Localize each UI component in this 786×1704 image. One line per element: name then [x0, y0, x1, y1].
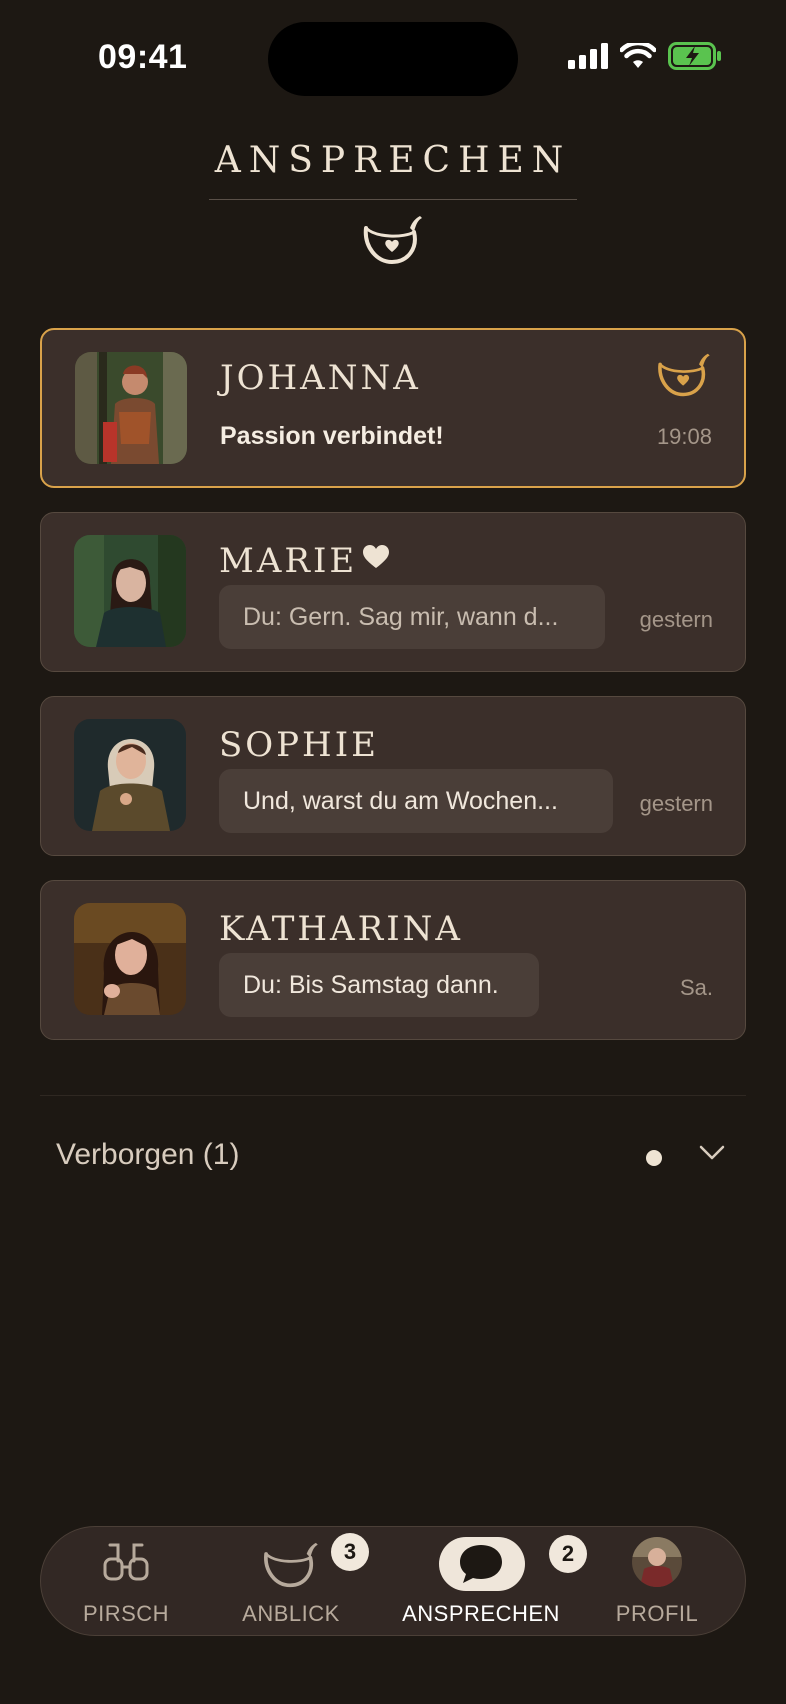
tab-label: PROFIL	[615, 1601, 699, 1626]
header-divider	[209, 199, 577, 200]
chat-list: JOHANNA Passion verbindet! 19:08 MARIE D…	[40, 328, 746, 1064]
avatar	[632, 1537, 682, 1587]
battery-charging-icon	[668, 42, 721, 70]
tab-bar: PIRSCH 3 ANBLICK 2 ANSPRECHEN PROFIL	[40, 1526, 746, 1636]
chat-time: Sa.	[679, 975, 713, 1000]
chat-last-message: Passion verbindet!	[220, 422, 444, 450]
dynamic-island	[268, 22, 518, 96]
chat-last-message: Und, warst du am Wochen...	[219, 769, 613, 833]
chat-item-sophie[interactable]: SOPHIE Und, warst du am Wochen... gester…	[40, 696, 746, 856]
page-header: ANSPRECHEN	[0, 140, 786, 266]
tab-ansprechen[interactable]: 2 ANSPRECHEN	[401, 1527, 587, 1637]
status-icons	[568, 42, 722, 70]
chat-last-message: Du: Gern. Sag mir, wann d...	[219, 585, 605, 649]
avatar	[74, 903, 186, 1015]
horn-icon	[658, 353, 710, 397]
tab-profil[interactable]: PROFIL	[587, 1527, 727, 1637]
page-title: ANSPRECHEN	[214, 140, 572, 181]
tab-anblick[interactable]: 3 ANBLICK	[221, 1527, 369, 1637]
chat-item-katharina[interactable]: KATHARINA Du: Bis Samstag dann. Sa.	[40, 880, 746, 1040]
binoculars-icon	[103, 1543, 149, 1581]
horn-logo-icon	[363, 216, 422, 265]
chat-name: SOPHIE	[219, 725, 379, 765]
chat-name: JOHANNA	[220, 358, 421, 398]
chat-icon	[460, 1545, 502, 1583]
chat-last-message: Du: Bis Samstag dann.	[219, 953, 539, 1017]
tab-label: ANSPRECHEN	[402, 1601, 560, 1626]
avatar	[75, 352, 187, 464]
chat-time: 19:08	[656, 424, 712, 449]
chat-item-marie[interactable]: MARIE Du: Gern. Sag mir, wann d... geste…	[40, 512, 746, 672]
cellular-signal-icon	[568, 43, 608, 69]
unread-dot	[646, 1150, 662, 1166]
wifi-icon	[620, 43, 656, 68]
chat-time: gestern	[639, 607, 713, 632]
hidden-chats-toggle[interactable]: Verborgen (1)	[56, 1138, 726, 1178]
hidden-chats-label: Verborgen (1)	[56, 1138, 240, 1171]
avatar	[74, 535, 186, 647]
chat-name: MARIE	[219, 541, 358, 581]
chat-item-johanna[interactable]: JOHANNA Passion verbindet! 19:08	[40, 328, 746, 488]
tab-pirsch[interactable]: PIRSCH	[61, 1527, 191, 1637]
tab-label: ANBLICK	[242, 1601, 340, 1626]
notification-badge: 2	[549, 1535, 587, 1573]
avatar	[74, 719, 186, 831]
heart-icon	[363, 545, 389, 568]
notification-badge: 3	[331, 1533, 369, 1571]
chat-time: gestern	[639, 791, 713, 816]
section-divider	[40, 1095, 746, 1096]
tab-label: PIRSCH	[82, 1601, 170, 1626]
chevron-down-icon	[699, 1145, 725, 1160]
status-time: 09:41	[98, 38, 188, 76]
horn-icon	[264, 1542, 318, 1588]
status-bar: 09:41	[0, 0, 786, 110]
chat-name: KATHARINA	[219, 909, 463, 949]
